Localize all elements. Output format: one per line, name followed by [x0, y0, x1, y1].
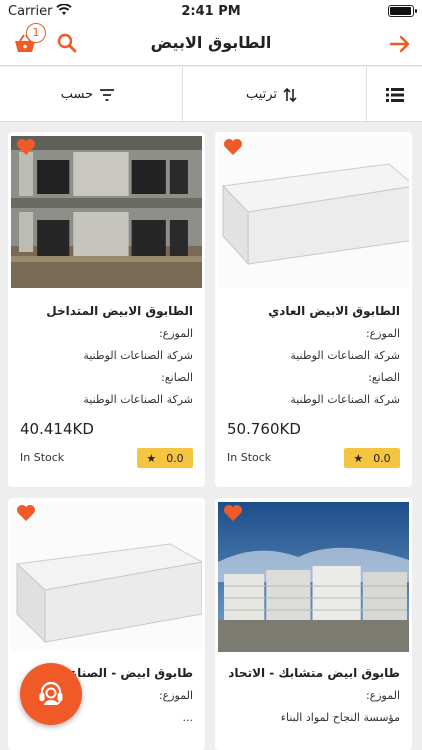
manufacturer-label: الصانع: [161, 371, 193, 384]
status-bar: Carrier 2:41 PM [0, 0, 422, 22]
product-info: الطابوق الابيض المتداخل الموزع: شركة الص… [8, 292, 205, 487]
sort-button[interactable]: ترتيب [183, 67, 367, 122]
list-view-icon [385, 87, 404, 102]
filter-button[interactable]: حسب [0, 67, 183, 122]
stock-status: In Stock [20, 451, 65, 464]
product-title: الطابوق الابيض المتداخل [46, 304, 193, 318]
distributor-name: مؤسسة النجاح لمواد البناء [280, 711, 400, 724]
filter-label: حسب [60, 87, 94, 102]
filter-icon [100, 88, 115, 101]
headset-icon [39, 681, 63, 705]
rating-badge: ★ 0.0 [344, 448, 400, 468]
heart-icon[interactable] [16, 504, 36, 522]
rating-value: 0.0 [373, 451, 391, 465]
filter-sort-toolbar: حسب ترتيب [0, 67, 422, 122]
product-info: طابوق ابيض متشابك - الاتحاد الموزع: مؤسس… [215, 654, 412, 750]
stock-status: In Stock [227, 451, 272, 464]
clock: 2:41 PM [181, 4, 241, 19]
star-icon: ★ [353, 451, 364, 465]
product-info: الطابوق الابيض العادي الموزع: شركة الصنا… [215, 292, 412, 487]
battery-icon [388, 5, 417, 17]
heart-icon[interactable] [223, 138, 243, 156]
sort-icon [283, 87, 297, 102]
nav-bar: 1 الطابوق الابيض [0, 22, 422, 66]
product-title: الطابوق الابيض العادي [268, 304, 400, 318]
manufacturer-label: الصانع: [368, 371, 400, 384]
support-button[interactable] [20, 663, 82, 725]
product-card[interactable]: طابوق ابيض متشابك - الاتحاد الموزع: مؤسس… [215, 498, 412, 750]
distributor-label: الموزع: [365, 327, 400, 340]
rating-value: 0.0 [166, 451, 184, 465]
manufacturer-name: شركة الصناعات الوطنية [83, 393, 193, 406]
product-image [218, 136, 409, 288]
distributor-name: شركة الصناعات الوطنية [83, 349, 193, 362]
star-icon: ★ [146, 451, 157, 465]
distributor-name: شركة الصناعات الوطنية [290, 349, 400, 362]
rating-badge: ★ 0.0 [137, 448, 193, 468]
product-price: 50.760KD [227, 420, 301, 438]
distributor-label: الموزع: [158, 327, 193, 340]
page-title: الطابوق الابيض [150, 33, 272, 52]
manufacturer-name: شركة الصناعات الوطنية [290, 393, 400, 406]
product-image [11, 502, 202, 652]
sort-label: ترتيب [245, 87, 278, 102]
product-card[interactable]: الطابوق الابيض العادي الموزع: شركة الصنا… [215, 132, 412, 487]
product-card[interactable]: الطابوق الابيض المتداخل الموزع: شركة الص… [8, 132, 205, 487]
product-price: 40.414KD [20, 420, 94, 438]
heart-icon[interactable] [223, 504, 243, 522]
heart-icon[interactable] [16, 138, 36, 156]
list-view-button[interactable] [367, 67, 422, 122]
arrow-right-icon[interactable] [388, 32, 412, 56]
product-title: طابوق ابيض متشابك - الاتحاد [228, 666, 400, 680]
distributor-label: الموزع: [365, 689, 400, 702]
product-image [11, 136, 202, 288]
product-image [218, 502, 409, 652]
